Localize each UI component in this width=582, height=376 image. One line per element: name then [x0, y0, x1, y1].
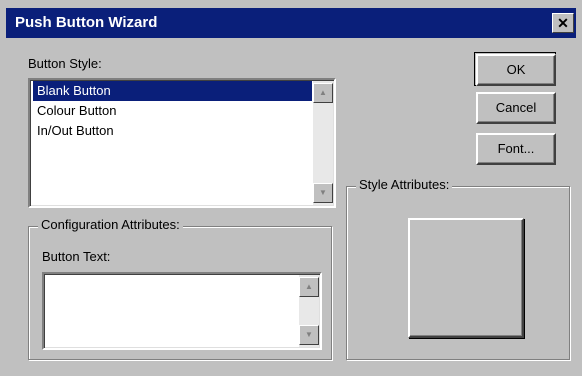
ok-button[interactable]: OK — [476, 54, 556, 86]
scroll-down-arrow-icon[interactable]: ▼ — [313, 183, 333, 203]
button-text-input[interactable]: ▲ ▼ — [42, 272, 322, 350]
list-item-blank-button[interactable]: Blank Button — [33, 81, 312, 101]
list-item-colour-button[interactable]: Colour Button — [33, 101, 312, 121]
scroll-down-arrow-icon[interactable]: ▼ — [299, 325, 319, 345]
style-attributes-label: Style Attributes: — [356, 177, 453, 192]
dialog-title: Push Button Wizard — [15, 14, 158, 31]
button-style-preview — [408, 218, 524, 338]
button-style-scrollbar[interactable]: ▲ ▼ — [313, 81, 333, 205]
list-item-in-out-button[interactable]: In/Out Button — [33, 121, 312, 141]
configuration-attributes-label: Configuration Attributes: — [38, 217, 183, 232]
scroll-up-arrow-icon[interactable]: ▲ — [313, 83, 333, 103]
button-style-listbox[interactable]: Blank Button Colour Button In/Out Button… — [28, 78, 336, 208]
font-button[interactable]: Font... — [476, 133, 556, 165]
button-style-label: Button Style: — [28, 56, 102, 71]
push-button-wizard-dialog: Push Button Wizard ✕ Button Style: Blank… — [0, 0, 582, 376]
cancel-button[interactable]: Cancel — [476, 92, 556, 124]
title-bar[interactable]: Push Button Wizard ✕ — [6, 8, 576, 38]
scroll-up-arrow-icon[interactable]: ▲ — [299, 277, 319, 297]
close-button[interactable]: ✕ — [552, 13, 574, 33]
button-text-label: Button Text: — [42, 249, 111, 264]
button-text-scrollbar[interactable]: ▲ ▼ — [299, 275, 319, 347]
close-icon: ✕ — [557, 15, 569, 31]
